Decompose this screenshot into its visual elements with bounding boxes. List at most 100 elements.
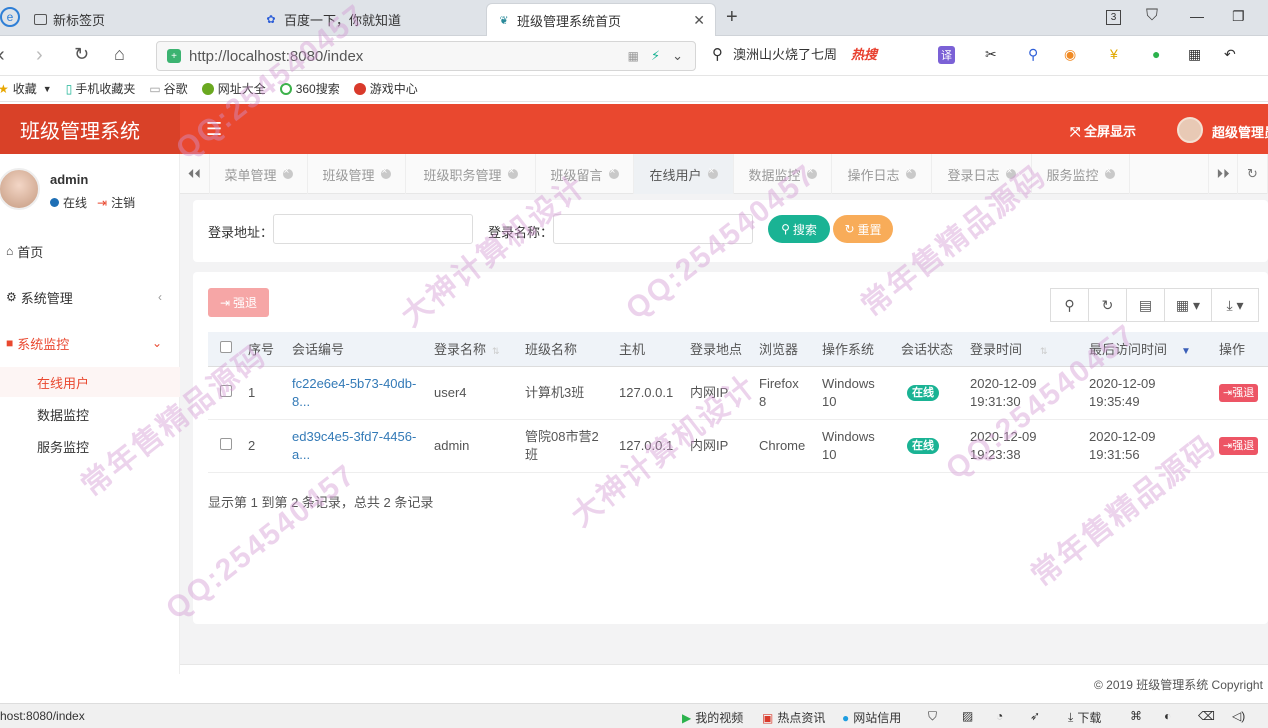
search-box[interactable]: ⚲ 澳洲山火烧了七周 热搜 [712, 44, 877, 63]
tab-service-monitor[interactable]: 服务监控 [1032, 154, 1130, 194]
reset-button[interactable]: ↻ 重置 [833, 215, 893, 243]
browser-tab-baidu[interactable]: ✿ 百度一下，你就知道 [254, 3, 484, 36]
logout-icon[interactable]: ⇥ [97, 196, 107, 210]
tab-data-monitor[interactable]: 数据监控 [734, 154, 832, 194]
back-icon[interactable]: ‹ [0, 44, 5, 67]
sidebar-item-online-users[interactable]: 在线用户 [0, 367, 180, 397]
bookmark-games[interactable]: 游戏中心 [353, 80, 418, 97]
status-download[interactable]: ⤓ 下载 [1068, 709, 1101, 726]
rocket-icon[interactable]: ➶ [1030, 709, 1040, 723]
shield-icon[interactable]: ⛉ [928, 709, 937, 724]
sidebar-item-data-monitor[interactable]: 数据监控 [0, 399, 180, 429]
apps-grid-icon[interactable]: ▦ [1188, 46, 1201, 63]
sidebar-item-service-monitor[interactable]: 服务监控 [0, 431, 180, 461]
menu-toggle-icon[interactable]: ☰ [206, 119, 222, 140]
sidebar-item-home[interactable]: ⌂ 首页 [0, 229, 180, 273]
tabs-scroll-left-icon[interactable]: ⏴⏴ [180, 154, 210, 194]
toggle-view-icon[interactable]: ▤ [1126, 288, 1165, 322]
trash-icon[interactable]: ⌫ [1198, 709, 1215, 723]
close-icon[interactable] [707, 166, 718, 179]
header-login-time[interactable]: 登录时间 ⇅ [966, 332, 1085, 367]
logout-link[interactable]: 注销 [111, 194, 135, 211]
scissors-icon[interactable]: ✂ [985, 46, 997, 63]
close-icon[interactable] [905, 166, 916, 179]
url-field[interactable]: + http://localhost:8080/index ▦ ⚡ ⌄ [156, 41, 696, 71]
tab-class-duty[interactable]: 班级职务管理 [406, 154, 536, 194]
qr-icon[interactable]: ▦ [628, 49, 639, 63]
cell-session[interactable]: ed39c4e5-3fd7-4456- a... [288, 419, 430, 473]
new-tab-icon[interactable]: + [726, 6, 738, 29]
browser-icon[interactable]: ◐ [1164, 709, 1171, 723]
tab-operation-log[interactable]: 操作日志 [832, 154, 932, 194]
tab-online-users[interactable]: 在线用户 [634, 154, 734, 194]
row-checkbox[interactable] [220, 384, 232, 397]
row-checkbox[interactable] [220, 437, 232, 450]
lightning-icon[interactable]: ⚡ [651, 48, 660, 64]
header-login-name[interactable]: 登录名称 ⇅ [430, 332, 521, 367]
browser-tab-active[interactable]: ❦ 班级管理系统首页 ✕ [486, 3, 716, 36]
refresh-icon[interactable]: ↻ [74, 44, 89, 65]
table-refresh-icon[interactable]: ↻ [1088, 288, 1127, 322]
export-icon[interactable]: ⤓ ▾ [1211, 288, 1259, 322]
sidebar-item-monitor[interactable]: ■ 系统监控 ⌄ [0, 321, 180, 365]
close-icon[interactable] [1104, 166, 1115, 179]
close-icon[interactable] [608, 166, 619, 179]
speed-icon[interactable]: ◔ [996, 709, 1003, 723]
tabs-refresh-icon[interactable]: ↻ [1238, 154, 1268, 194]
minimize-icon[interactable]: — [1190, 8, 1204, 24]
status-my-videos[interactable]: ▶ 我的视频 [682, 709, 743, 726]
gamepad-icon[interactable]: ⌘ [1130, 709, 1142, 723]
magnifier-icon[interactable]: ⚲ [1028, 46, 1038, 63]
shirt-icon[interactable]: ⛉ [1146, 7, 1158, 25]
bookmark-mobile[interactable]: ▯ 手机收藏夹 [66, 80, 136, 97]
sidebar-item-system[interactable]: ⚙ 系统管理 ‹ [0, 275, 180, 319]
login-address-input[interactable] [273, 214, 473, 244]
tab-class-management[interactable]: 班级管理 [308, 154, 406, 194]
status-site-credit[interactable]: ● 网站信用 [842, 709, 901, 726]
close-icon[interactable] [380, 166, 391, 179]
tab-login-log[interactable]: 登录日志 [932, 154, 1032, 194]
translate-icon[interactable]: 译 [938, 46, 955, 64]
forward-icon[interactable]: › [36, 44, 43, 67]
wechat-icon[interactable]: ● [1152, 46, 1160, 62]
home-icon[interactable]: ⌂ [114, 44, 125, 65]
browser-logo-icon[interactable]: e [0, 7, 20, 27]
row-force-logout-button[interactable]: ⇥强退 [1219, 384, 1259, 402]
tab-class-messages[interactable]: 班级留言 [536, 154, 634, 194]
bookmark-google[interactable]: ▭ 谷歌 [149, 80, 187, 97]
status-hot-news[interactable]: ▣ 热点资讯 [762, 709, 825, 726]
browser-tab-newtab[interactable]: 新标签页 [24, 3, 244, 36]
undo-icon[interactable]: ↶ [1224, 46, 1236, 63]
columns-icon[interactable]: ▦ ▾ [1164, 288, 1212, 322]
bookmark-favorites[interactable]: ★ 收藏 ▼ [0, 80, 52, 97]
close-icon[interactable] [806, 166, 817, 179]
table-search-icon[interactable]: ⚲ [1050, 288, 1089, 322]
tabs-scroll-right-icon[interactable]: ⏵⏵ [1208, 154, 1238, 194]
force-logout-button[interactable]: ⇥ 强退 [208, 288, 269, 317]
volume-icon[interactable]: ◁) [1232, 709, 1245, 723]
row-force-logout-button[interactable]: ⇥强退 [1219, 437, 1259, 455]
coin-icon[interactable]: ¥ [1110, 46, 1118, 62]
user-menu[interactable]: 超级管理员 [1212, 122, 1268, 141]
close-icon[interactable] [282, 166, 293, 179]
bookmark-360[interactable]: 360搜索 [279, 80, 340, 97]
cell-session[interactable]: fc22e6e4-5b73-40db- 8... [288, 366, 430, 420]
tab-menu-management[interactable]: 菜单管理 [210, 154, 308, 194]
hot-search-label[interactable]: 热搜 [851, 44, 877, 63]
close-icon[interactable] [1005, 166, 1016, 179]
search-button[interactable]: ⚲ 搜索 [768, 215, 830, 243]
gamepad-icon[interactable]: ◉ [1064, 46, 1076, 63]
header-last-access[interactable]: 最后访问时间 ▼ [1085, 332, 1215, 367]
login-name-input[interactable] [553, 214, 753, 244]
user-avatar[interactable] [1177, 117, 1203, 143]
tab-count-badge[interactable]: 3 [1106, 10, 1121, 25]
close-tab-icon[interactable]: ✕ [693, 12, 705, 29]
select-all-checkbox[interactable] [220, 341, 232, 354]
fullscreen-button[interactable]: ⤧ 全屏显示 [1070, 121, 1136, 140]
image-icon[interactable]: ▨ [962, 709, 973, 723]
app-logo[interactable]: 班级管理系统 [0, 104, 180, 154]
restore-icon[interactable]: ❐ [1232, 8, 1245, 25]
chevron-down-icon[interactable]: ⌄ [672, 48, 683, 64]
bookmark-portal[interactable]: 网址大全 [201, 80, 266, 97]
close-icon[interactable] [507, 166, 518, 179]
